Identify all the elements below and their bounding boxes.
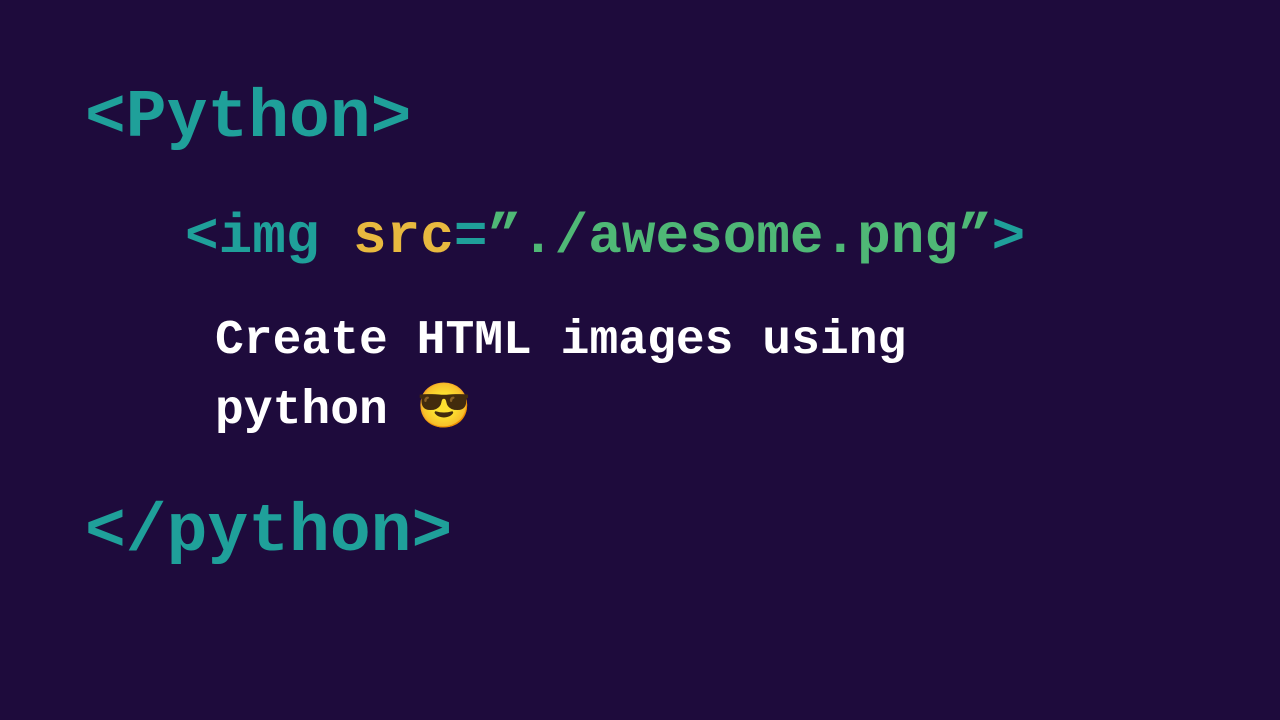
code-graphic: <Python> <img src=”./awesome.png”> Creat… (85, 80, 1025, 571)
sunglasses-emoji-icon: 😎 (417, 384, 472, 434)
img-tag-line: <img src=”./awesome.png”> (185, 205, 1025, 269)
opening-tag: <Python> (85, 80, 1025, 157)
img-attr-name: src (353, 205, 454, 269)
description-line-2: python (215, 384, 417, 438)
description-line-1: Create HTML images using (215, 314, 906, 368)
img-attr-value: ”./awesome.png” (487, 205, 991, 269)
img-tag-open: <img (185, 205, 353, 269)
img-equals: = (454, 205, 488, 269)
closing-tag: </python> (85, 494, 1025, 571)
img-tag-close: > (992, 205, 1026, 269)
description-text: Create HTML images using python 😎 (215, 307, 1025, 446)
